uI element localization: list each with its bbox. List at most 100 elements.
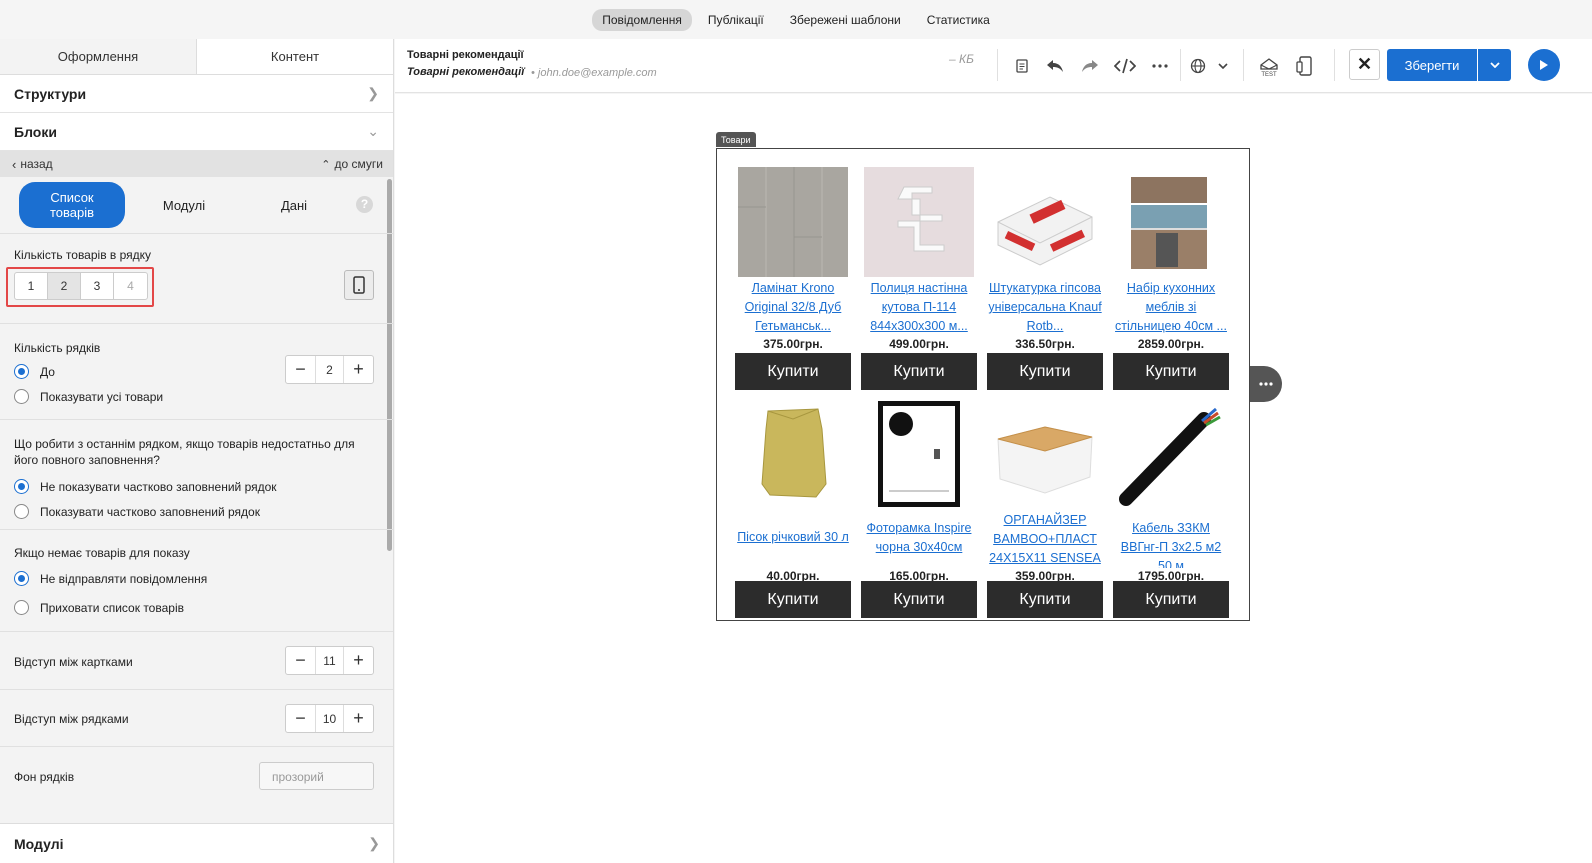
radio-selected [14, 479, 29, 494]
rows-option-all[interactable]: Показувати усі товари [14, 384, 379, 409]
products-block-tag[interactable]: Товари [716, 132, 756, 147]
chevron-up-icon: ⌃ [321, 158, 331, 171]
save-button[interactable]: Зберегти [1387, 49, 1477, 81]
editor-toolbar: Товарні рекомендації Товарні рекомендаці… [395, 39, 1592, 93]
undo-icon[interactable] [1042, 53, 1068, 79]
product-image[interactable] [990, 167, 1100, 277]
card-gap-value[interactable]: 11 [315, 647, 344, 674]
per-row-label: Кількість товарів в рядку [14, 248, 152, 262]
tab-content[interactable]: Контент [196, 39, 393, 74]
rows-label: Кількість рядків [14, 341, 101, 355]
product-card: Набір кухонних меблів зі стільницею 40см… [1113, 167, 1229, 390]
product-name-link[interactable]: Штукатурка гіпсова універсальна Knauf Ro… [987, 279, 1103, 336]
last-row-option-show-label: Показувати частково заповнений рядок [40, 504, 260, 519]
subtab-product-list[interactable]: Список товарів [19, 182, 125, 228]
buy-button[interactable]: Купити [987, 581, 1103, 618]
rows-option-all-label: Показувати усі товари [40, 389, 164, 404]
tab-statistics[interactable]: Статистика [917, 9, 1000, 31]
device-preview-icon[interactable] [1291, 53, 1317, 79]
row-bg-color-input[interactable]: прозорий [259, 762, 374, 790]
product-price: 375.00грн. [763, 337, 823, 351]
block-options-button[interactable] [1250, 366, 1282, 402]
document-icon[interactable] [1009, 53, 1035, 79]
tab-publications[interactable]: Публікації [698, 9, 774, 31]
blocks-section[interactable]: Блоки ⌄ [0, 113, 393, 151]
increment-button[interactable]: + [344, 647, 373, 674]
buy-button[interactable]: Купити [987, 353, 1103, 390]
globe-icon[interactable] [1185, 53, 1211, 79]
tab-saved-templates[interactable]: Збережені шаблони [780, 9, 911, 31]
increment-button[interactable]: + [344, 356, 373, 383]
code-icon[interactable] [1112, 53, 1138, 79]
empty-label: Якщо немає товарів для показу [14, 546, 190, 560]
product-image[interactable] [990, 399, 1100, 509]
last-row-option-show[interactable]: Показувати частково заповнений рядок [14, 499, 379, 524]
mobile-view-button[interactable] [344, 270, 374, 300]
chevron-left-icon: ‹ [12, 156, 17, 172]
product-image[interactable] [1116, 399, 1226, 509]
message-size: – КБ [949, 52, 974, 66]
test-send-icon[interactable]: TEST [1256, 53, 1282, 79]
empty-option-hide[interactable]: Приховати список товарів [14, 595, 379, 620]
to-strip-label: до смуги [334, 157, 383, 171]
product-name-link[interactable]: Набір кухонних меблів зі стільницею 40см… [1113, 279, 1229, 336]
subtab-data[interactable]: Дані [239, 190, 349, 221]
product-image[interactable] [738, 399, 848, 509]
row-gap-value[interactable]: 10 [315, 705, 344, 732]
back-link[interactable]: ‹ назад [12, 157, 53, 172]
buy-button[interactable]: Купити [1113, 353, 1229, 390]
structures-section[interactable]: Структури ❯ [0, 75, 393, 113]
empty-option-hide-label: Приховати список товарів [40, 600, 184, 615]
chevron-down-icon[interactable] [1210, 53, 1236, 79]
redo-icon[interactable] [1077, 53, 1103, 79]
close-button[interactable]: ✕ [1349, 49, 1380, 80]
product-name-link[interactable]: Пісок річковий 30 л [735, 511, 851, 568]
buy-button[interactable]: Купити [735, 581, 851, 618]
tab-messages[interactable]: Повідомлення [592, 8, 692, 31]
save-dropdown-button[interactable] [1478, 49, 1511, 81]
last-row-group: Що робити з останнім рядком, якщо товарі… [0, 420, 393, 530]
buy-button[interactable]: Купити [861, 353, 977, 390]
decrement-button[interactable]: − [286, 356, 315, 383]
radio-unselected [14, 504, 29, 519]
product-name-link[interactable]: Фоторамка Inspire чорна 30х40см [861, 511, 977, 568]
product-image[interactable] [738, 167, 848, 277]
divider [1243, 49, 1244, 81]
products-block[interactable]: Ламінат Krono Original 32/8 Дуб Гетьманс… [716, 148, 1250, 621]
product-image[interactable] [864, 399, 974, 509]
product-name-link[interactable]: Кабель ЗЗКМ ВВГнг-П 3х2.5 м2 50 м [1113, 511, 1229, 568]
to-strip-link[interactable]: ⌃ до смуги [321, 157, 383, 171]
more-horizontal-icon[interactable] [1147, 53, 1173, 79]
product-image[interactable] [864, 167, 974, 277]
card-gap-group: Відступ між картками − 11 + [0, 632, 393, 690]
rows-group: Кількість рядків До Показувати усі товар… [0, 324, 393, 420]
help-icon[interactable]: ? [356, 196, 373, 213]
back-bar: ‹ назад ⌃ до смуги [0, 151, 393, 177]
last-row-option-hide[interactable]: Не показувати частково заповнений рядок [14, 474, 379, 499]
divider [1180, 49, 1181, 81]
product-image[interactable] [1116, 167, 1226, 277]
product-name-link[interactable]: Ламінат Krono Original 32/8 Дуб Гетьманс… [735, 279, 851, 336]
increment-button[interactable]: + [344, 705, 373, 732]
radio-selected [14, 571, 29, 586]
decrement-button[interactable]: − [286, 647, 315, 674]
preview-play-button[interactable] [1528, 49, 1560, 81]
decrement-button[interactable]: − [286, 705, 315, 732]
buy-button[interactable]: Купити [735, 353, 851, 390]
message-subtitle: Товарні рекомендації [407, 66, 525, 78]
modules-section[interactable]: Модулі ❯ [0, 823, 393, 863]
product-name-link[interactable]: ОРГАНАЙЗЕР BAMBOO+ПЛАСТ 24X15X11 SENSEA [987, 511, 1103, 568]
radio-unselected [14, 600, 29, 615]
rows-option-upto-label: До [40, 364, 55, 379]
product-card: Пісок річковий 30 л 40.00грн. Купити [735, 399, 851, 618]
empty-option-dont-send[interactable]: Не відправляти повідомлення [14, 566, 379, 591]
product-name-link[interactable]: Полиця настінна кутова П-114 844x300x300… [861, 279, 977, 336]
close-icon: ✕ [1356, 54, 1373, 74]
buy-button[interactable]: Купити [861, 581, 977, 618]
subtab-modules[interactable]: Модулі [129, 190, 239, 221]
blocks-label: Блоки [14, 123, 57, 140]
buy-button[interactable]: Купити [1113, 581, 1229, 618]
top-nav: Повідомлення Публікації Збережені шаблон… [0, 0, 1592, 39]
rows-value[interactable]: 2 [315, 356, 344, 383]
tab-design[interactable]: Оформлення [0, 39, 196, 74]
